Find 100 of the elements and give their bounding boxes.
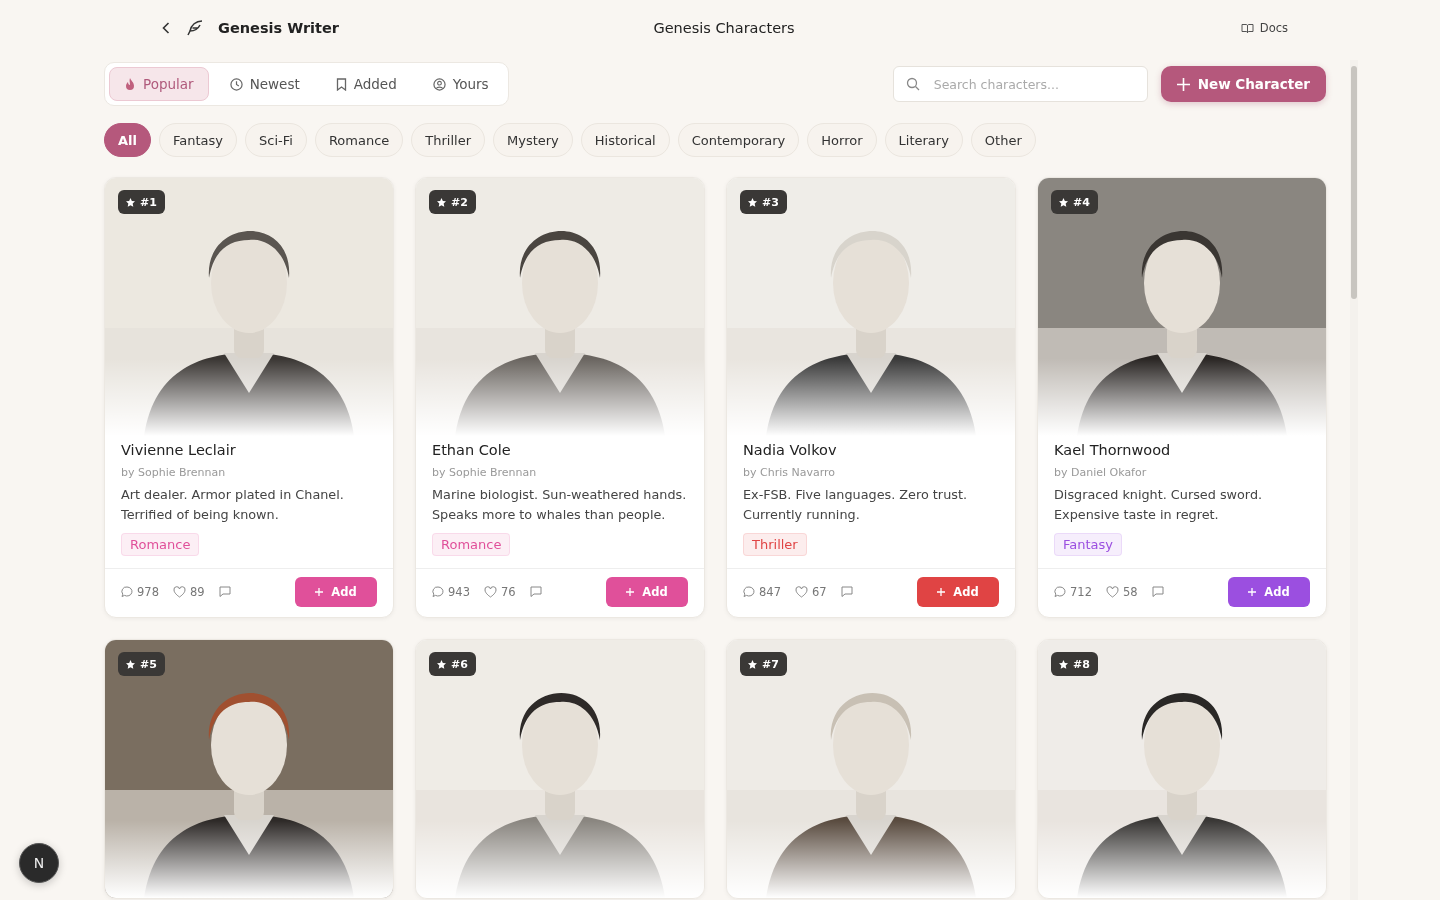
rank-text: #6 [451, 657, 468, 671]
app-name: Genesis Writer [218, 20, 339, 36]
rank-text: #5 [140, 657, 157, 671]
genre-chip[interactable]: Literary [884, 123, 963, 157]
book-icon [1240, 22, 1254, 34]
character-card[interactable]: #2 Ethan Cole by Sophie Brennan Marine biologist. Sun-weathered hands. Speaks more to whales than people. Romance 943 76 Add [415, 177, 705, 618]
bookmark-icon [335, 77, 347, 91]
rank-text: #2 [451, 195, 468, 209]
star-icon [437, 197, 446, 207]
genre-tag: Fantasy [1054, 533, 1123, 556]
star-icon [1059, 197, 1068, 207]
star-icon [126, 659, 135, 669]
back-button[interactable] [160, 20, 172, 36]
sort-tab[interactable]: Yours [417, 67, 504, 101]
message-icon[interactable] [1151, 586, 1164, 598]
plus-icon [1248, 588, 1257, 596]
character-name: Ethan Cole [432, 442, 512, 458]
comment-icon [1054, 586, 1066, 598]
genre-chip[interactable]: All [104, 123, 151, 157]
character-card[interactable]: #5 [104, 639, 394, 899]
heart-icon [1105, 586, 1119, 598]
genre-chip[interactable]: Fantasy [159, 123, 237, 157]
genre-tag: Romance [121, 533, 200, 556]
genre-chip[interactable]: Thriller [411, 123, 485, 157]
comment-icon [743, 586, 755, 598]
comment-count: 978 [137, 585, 159, 599]
character-name: Kael Thornwood [1054, 442, 1172, 458]
genre-chip[interactable]: Contemporary [677, 123, 800, 157]
plus-icon [937, 588, 946, 596]
character-card[interactable]: #8 [1037, 639, 1327, 899]
message-icon[interactable] [840, 586, 853, 598]
rank-text: #4 [1073, 195, 1090, 209]
heart-icon [172, 586, 186, 598]
character-card[interactable]: #6 [415, 639, 705, 899]
page-title: Genesis Characters [653, 20, 795, 36]
genre-tag: Romance [432, 533, 511, 556]
rank-text: #3 [762, 195, 779, 209]
character-description: Marine biologist. Sun-weathered hands. Speaks more to whales than people. [432, 486, 688, 524]
sort-tab[interactable]: Popular [109, 67, 209, 101]
like-count: 67 [811, 585, 827, 599]
star-icon [1059, 659, 1068, 669]
genre-chip[interactable]: Historical [580, 123, 670, 157]
dev-badge[interactable]: N [19, 843, 59, 883]
character-description: Disgraced knight. Cursed sword. Expensive taste in regret. [1054, 486, 1264, 524]
rank-text: #7 [762, 657, 779, 671]
character-card[interactable]: #3 Nadia Volkov by Chris Navarro Ex-FSB. Five languages. Zero trust. Currently running. Thriller 847 67 Add [726, 177, 1016, 618]
author-text: by Sophie Brennan [121, 466, 227, 479]
add-button[interactable]: Add [917, 577, 999, 607]
sort-tab[interactable]: Added [320, 67, 412, 101]
comment-count: 943 [448, 585, 470, 599]
genre-chip[interactable]: Sci-Fi [245, 123, 307, 157]
author-text: by Daniel Okafor [1054, 466, 1148, 479]
docs-link[interactable]: Docs [1240, 21, 1288, 35]
character-card[interactable]: #4 Kael Thornwood by Daniel Okafor Disgraced knight. Cursed sword. Expensive taste in regret. Fantasy 712 58 Add [1037, 177, 1327, 618]
comment-count: 847 [759, 585, 781, 599]
flame-icon [124, 77, 136, 91]
genre-tag: Thriller [743, 533, 807, 556]
scrollbar[interactable] [1350, 60, 1358, 900]
message-icon[interactable] [218, 586, 231, 598]
character-description: Ex-FSB. Five languages. Zero trust. Currently running. [743, 486, 968, 524]
chevron-left-icon [162, 22, 170, 34]
character-name: Nadia Volkov [743, 442, 838, 458]
add-button[interactable]: Add [606, 577, 688, 607]
clock-icon [229, 77, 243, 91]
like-count: 89 [189, 585, 205, 599]
like-count: 58 [1122, 585, 1138, 599]
comment-icon [432, 586, 444, 598]
rank-text: #1 [140, 195, 157, 209]
author-text: by Sophie Brennan [432, 466, 538, 479]
plus-icon [1176, 77, 1190, 91]
star-icon [748, 659, 757, 669]
comment-count: 712 [1070, 585, 1092, 599]
add-button[interactable]: Add [295, 577, 377, 607]
heart-icon [483, 586, 497, 598]
star-icon [437, 659, 446, 669]
plus-icon [315, 588, 324, 596]
message-icon[interactable] [529, 586, 542, 598]
search-icon [905, 77, 920, 91]
feather-icon [186, 19, 204, 37]
plus-icon [626, 588, 635, 596]
sort-tab[interactable]: Newest [214, 67, 315, 101]
genre-chip[interactable]: Romance [314, 123, 404, 157]
character-card[interactable]: #7 [726, 639, 1016, 899]
user-icon [432, 77, 446, 91]
comment-icon [121, 586, 133, 598]
genre-chip[interactable]: Mystery [493, 123, 573, 157]
author-text: by Chris Navarro [743, 466, 836, 479]
rank-text: #8 [1073, 657, 1090, 671]
character-card[interactable]: #1 Vivienne Leclair by Sophie Brennan Art dealer. Armor plated in Chanel. Terrified of being known. Romance 978 89 Add [104, 177, 394, 618]
character-description: Art dealer. Armor plated in Chanel. Terrified of being known. [121, 486, 345, 524]
star-icon [748, 197, 757, 207]
genre-chip[interactable]: Horror [807, 123, 877, 157]
add-button[interactable]: Add [1228, 577, 1310, 607]
like-count: 76 [500, 585, 516, 599]
star-icon [126, 197, 135, 207]
heart-icon [794, 586, 808, 598]
new-character-button[interactable]: New Character [1160, 66, 1326, 102]
search-field[interactable]: Search characters... [892, 66, 1148, 102]
genre-chip[interactable]: Other [970, 123, 1036, 157]
character-name: Vivienne Leclair [121, 442, 237, 458]
